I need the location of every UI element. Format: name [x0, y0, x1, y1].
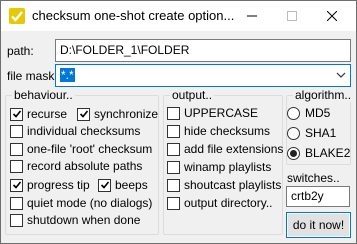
synchronize-label: synchronize	[94, 107, 159, 121]
file-mask-label: file mask:	[7, 69, 58, 83]
checkmark-icon	[12, 181, 21, 189]
synchronize-checkbox[interactable]: synchronize	[77, 107, 158, 121]
winamp-playlists-label: winamp playlists	[184, 160, 272, 174]
switches-label: switches..	[287, 171, 340, 185]
close-button[interactable]	[312, 1, 352, 31]
switches-input[interactable]: crtb2y	[286, 186, 350, 207]
beeps-checkbox[interactable]: beeps	[98, 178, 148, 192]
recurse-label: recurse	[27, 107, 68, 121]
checksum-app-icon	[9, 8, 25, 24]
blake2-radio[interactable]: BLAKE2	[287, 146, 350, 160]
quiet-mode-label: quiet mode (no dialogs)	[27, 196, 153, 210]
shoutcast-playlists-label: shoutcast playlists	[184, 178, 282, 192]
do-it-now-button[interactable]: do it now!	[286, 212, 351, 238]
md5-label: MD5	[305, 106, 331, 120]
file-mask-value: *.*	[60, 68, 75, 82]
path-input[interactable]: D:\FOLDER_1\FOLDER	[55, 39, 351, 62]
blake2-label: BLAKE2	[305, 146, 351, 160]
progress-tip-label: progress tip	[27, 178, 90, 192]
behaviour-group-title: behaviour..	[12, 88, 75, 102]
maximize-icon	[287, 11, 297, 21]
individual-checksums-label: individual checksums	[27, 124, 141, 138]
output-group-title: output..	[170, 88, 215, 102]
record-absolute-paths-label: record absolute paths	[27, 159, 143, 173]
file-mask-combobox[interactable]: *.*	[55, 64, 351, 87]
winamp-playlists-checkbox[interactable]: winamp playlists	[167, 160, 271, 174]
uppercase-checkbox[interactable]: UPPERCASE	[167, 106, 258, 120]
uppercase-label: UPPERCASE	[184, 106, 259, 120]
one-file-root-checkbox[interactable]: one-file 'root' checksum	[10, 142, 152, 156]
checkmark-icon	[12, 110, 21, 118]
output-directory-label: output directory..	[184, 196, 273, 210]
output-directory-checkbox[interactable]: output directory..	[167, 196, 273, 210]
sha1-radio[interactable]: SHA1	[287, 126, 336, 140]
shutdown-label: shutdown when done	[27, 213, 141, 227]
path-label: path:	[7, 44, 34, 58]
one-file-root-label: one-file 'root' checksum	[27, 142, 153, 156]
checkmark-icon	[100, 181, 109, 189]
md5-radio[interactable]: MD5	[287, 106, 330, 120]
minimize-icon	[247, 15, 257, 17]
sha1-label: SHA1	[305, 126, 337, 140]
hide-checksums-label: hide checksums	[184, 124, 271, 138]
chevron-down-icon[interactable]	[336, 70, 346, 80]
recurse-checkbox[interactable]: recurse	[10, 107, 67, 121]
window-title: checksum one-shot create option...	[32, 8, 235, 23]
hide-checksums-checkbox[interactable]: hide checksums	[167, 124, 270, 138]
add-file-extensions-checkbox[interactable]: add file extensions	[167, 142, 283, 156]
checkmark-icon	[79, 110, 88, 118]
minimize-button[interactable]	[232, 1, 272, 31]
shutdown-checkbox[interactable]: shutdown when done	[10, 213, 140, 227]
add-file-extensions-label: add file extensions	[184, 142, 284, 156]
progress-tip-checkbox[interactable]: progress tip	[10, 178, 90, 192]
shoutcast-playlists-checkbox[interactable]: shoutcast playlists	[167, 178, 281, 192]
dialog-window: checksum one-shot create option... path:…	[0, 0, 357, 244]
algorithm-group-title: algorithm..	[293, 88, 354, 102]
radio-selected-dot	[290, 149, 297, 157]
record-absolute-paths-checkbox[interactable]: record absolute paths	[10, 159, 142, 173]
individual-checksums-checkbox[interactable]: individual checksums	[10, 124, 140, 138]
close-icon	[327, 11, 337, 21]
maximize-button[interactable]	[272, 1, 312, 31]
title-bar[interactable]: checksum one-shot create option...	[1, 1, 356, 31]
beeps-label: beeps	[115, 178, 148, 192]
quiet-mode-checkbox[interactable]: quiet mode (no dialogs)	[10, 196, 152, 210]
